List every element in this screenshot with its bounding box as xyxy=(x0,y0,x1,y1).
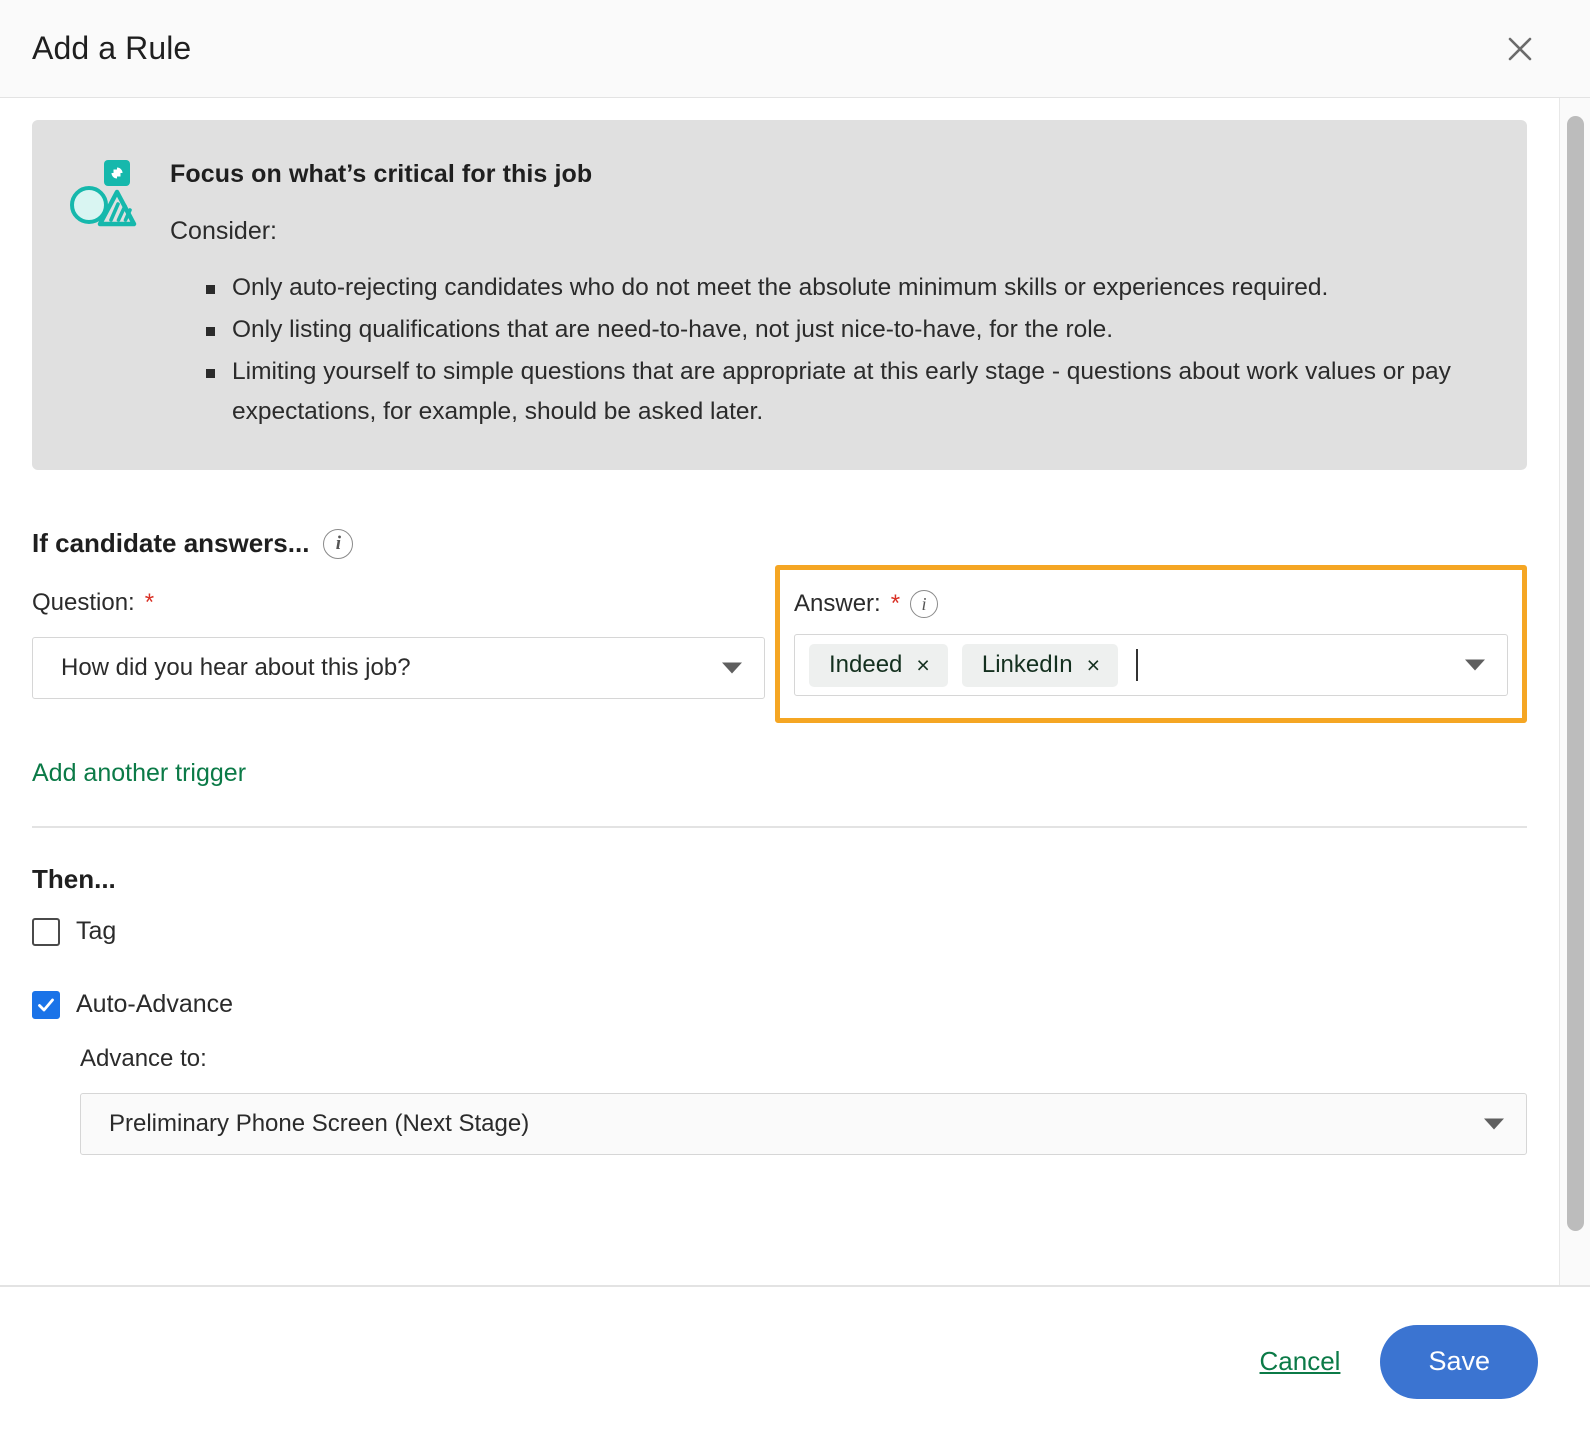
cancel-button[interactable]: Cancel xyxy=(1260,1346,1341,1377)
answer-chip: LinkedIn × xyxy=(961,643,1119,687)
advance-to-label: Advance to: xyxy=(80,1045,207,1072)
auto-advance-checkbox[interactable] xyxy=(32,990,60,1019)
answer-label: Answer: * i xyxy=(794,588,1508,620)
tag-checkbox-label: Tag xyxy=(76,917,117,945)
auto-advance-checkbox-row[interactable]: Auto-Advance xyxy=(32,990,1527,1019)
answer-highlight-box: Answer: * i Indeed × LinkedIn × xyxy=(775,565,1527,723)
question-select-value: How did you hear about this job? xyxy=(61,654,411,681)
advance-to-select[interactable]: Preliminary Phone Screen (Next Stage) xyxy=(80,1093,1527,1155)
remove-chip-icon[interactable]: × xyxy=(1087,653,1100,677)
advance-to-select-value: Preliminary Phone Screen (Next Stage) xyxy=(109,1110,530,1137)
info-icon[interactable]: i xyxy=(910,590,939,618)
text-cursor xyxy=(1136,649,1139,681)
answer-chip: Indeed × xyxy=(809,643,948,687)
trigger-section-heading: If candidate answers... i xyxy=(32,528,1527,559)
required-asterisk: * xyxy=(890,590,901,617)
chevron-down-icon xyxy=(722,662,742,674)
callout-heading: Focus on what’s critical for this job xyxy=(170,160,593,188)
question-label-text: Question: xyxy=(32,589,135,616)
answer-field-group: Answer: * i Indeed × LinkedIn × xyxy=(765,565,1527,723)
save-button[interactable]: Save xyxy=(1380,1324,1538,1399)
trigger-section-title: If candidate answers... xyxy=(32,528,310,558)
section-divider xyxy=(32,826,1527,828)
vertical-scrollbar[interactable] xyxy=(1559,98,1590,1285)
question-label: Question: * xyxy=(32,587,765,619)
then-section-heading: Then... xyxy=(32,864,1527,895)
answer-chip-label: LinkedIn xyxy=(981,650,1073,678)
shapes-illustration-icon xyxy=(70,152,144,244)
list-item: Limiting yourself to simple questions th… xyxy=(206,352,1489,432)
dialog-footer: Cancel Save xyxy=(0,1285,1590,1436)
add-rule-dialog: Add a Rule Focus on what’s critical for … xyxy=(0,0,1590,1436)
question-field-group: Question: * How did you hear about this … xyxy=(32,587,765,699)
tag-checkbox-row[interactable]: Tag xyxy=(32,917,1527,946)
tag-checkbox[interactable] xyxy=(32,917,60,946)
question-select[interactable]: How did you hear about this job? xyxy=(32,637,765,699)
dialog-header: Add a Rule xyxy=(0,0,1590,98)
answer-label-text: Answer: xyxy=(794,590,881,617)
chevron-down-icon xyxy=(1484,1118,1504,1130)
info-icon[interactable]: i xyxy=(323,528,354,559)
dialog-content: Focus on what’s critical for this job Co… xyxy=(0,98,1559,1155)
close-x-glyph xyxy=(1508,37,1532,60)
list-item: Only auto-rejecting candidates who do no… xyxy=(206,268,1489,308)
callout-text-block: Focus on what’s critical for this job Co… xyxy=(170,152,1489,434)
required-asterisk: * xyxy=(144,589,155,616)
trigger-row: Question: * How did you hear about this … xyxy=(32,565,1527,723)
answer-multiselect[interactable]: Indeed × LinkedIn × xyxy=(794,634,1508,696)
dialog-body: Focus on what’s critical for this job Co… xyxy=(0,98,1590,1285)
guidance-callout: Focus on what’s critical for this job Co… xyxy=(32,120,1527,470)
remove-chip-icon[interactable]: × xyxy=(916,653,929,677)
chevron-down-icon[interactable] xyxy=(1465,659,1485,671)
auto-advance-checkbox-label: Auto-Advance xyxy=(76,990,234,1018)
callout-subheading: Consider: xyxy=(170,217,277,245)
page-title: Add a Rule xyxy=(32,30,192,66)
add-another-trigger-link[interactable]: Add another trigger xyxy=(32,759,246,788)
list-item: Only listing qualifications that are nee… xyxy=(206,310,1489,350)
checkmark-icon xyxy=(38,998,54,1011)
close-icon[interactable] xyxy=(1502,31,1538,67)
scrollbar-thumb[interactable] xyxy=(1567,116,1584,1231)
callout-bullet-list: Only auto-rejecting candidates who do no… xyxy=(170,268,1489,432)
answer-chip-label: Indeed xyxy=(829,650,903,678)
advance-to-group: Advance to: Preliminary Phone Screen (Ne… xyxy=(80,1045,1527,1155)
then-section-title: Then... xyxy=(32,864,116,894)
